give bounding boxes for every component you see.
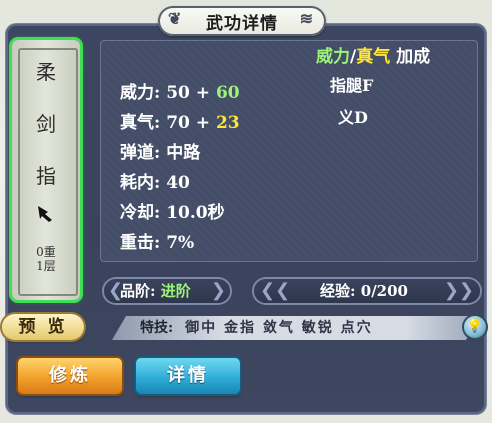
title-banner: ❦ 武功详情 ≋ <box>158 6 326 36</box>
train-button[interactable]: 修炼 <box>18 358 122 394</box>
swirl-ornament-icon: ❦ <box>168 9 183 28</box>
qi-bonus: 23 <box>215 113 240 133</box>
wind-ornament-icon: ≋ <box>299 9 314 28</box>
technique-text: 特技: 御中 金指 敛气 敏锐 点穴 <box>140 316 373 340</box>
right-arrow-icon: ❯❯ <box>443 280 474 301</box>
detail-button[interactable]: 详情 <box>136 358 240 394</box>
technique-label: 特技: <box>140 320 174 336</box>
skill-scroll-card[interactable]: 柔 剑 指 0重 1层 <box>12 40 80 300</box>
left-arrow-icon: ❮❮ <box>260 280 291 301</box>
exp-pill: ❮❮ 经验: 0/200 ❯❯ <box>254 279 480 303</box>
skill-name-char-2: 剑 <box>36 112 56 136</box>
stat-qi: 真气: 70 + 23 <box>120 113 240 133</box>
stat-trajectory: 弹道: 中路 <box>120 143 201 163</box>
preview-button[interactable]: 预 览 <box>2 314 84 340</box>
bonus-line-1: 指腿F <box>330 76 374 95</box>
grade-line-1: 0重 <box>36 245 56 259</box>
power-bonus: 60 <box>215 83 240 103</box>
skill-name-char-1: 柔 <box>36 60 56 84</box>
pointing-hand-icon <box>12 200 80 229</box>
exp-label: 经验: 0/200 <box>320 282 408 300</box>
right-arrow-icon: ❯ <box>210 280 226 301</box>
bonus-line-2: 义D <box>338 108 368 127</box>
rank-pill: ❮ 品阶: 进阶 ❯ <box>104 279 230 303</box>
grade-line-2: 1层 <box>36 259 56 273</box>
bonus-header: 威力/真气 加成 <box>316 47 431 67</box>
skill-name-char-3: 指 <box>36 164 56 188</box>
stat-heavy-hit: 重击: 7% <box>120 233 195 253</box>
rank-value: 进阶 <box>160 282 191 300</box>
page-title: 武功详情 <box>206 13 278 34</box>
lightbulb-icon[interactable]: 💡 <box>464 316 486 338</box>
stat-power: 威力: 50 + 60 <box>120 83 240 103</box>
stat-cooldown: 冷却: 10.0秒 <box>120 203 225 223</box>
stat-cost: 耗内: 40 <box>120 173 190 193</box>
technique-skills: 御中 金指 敛气 敏锐 点穴 <box>185 320 373 336</box>
